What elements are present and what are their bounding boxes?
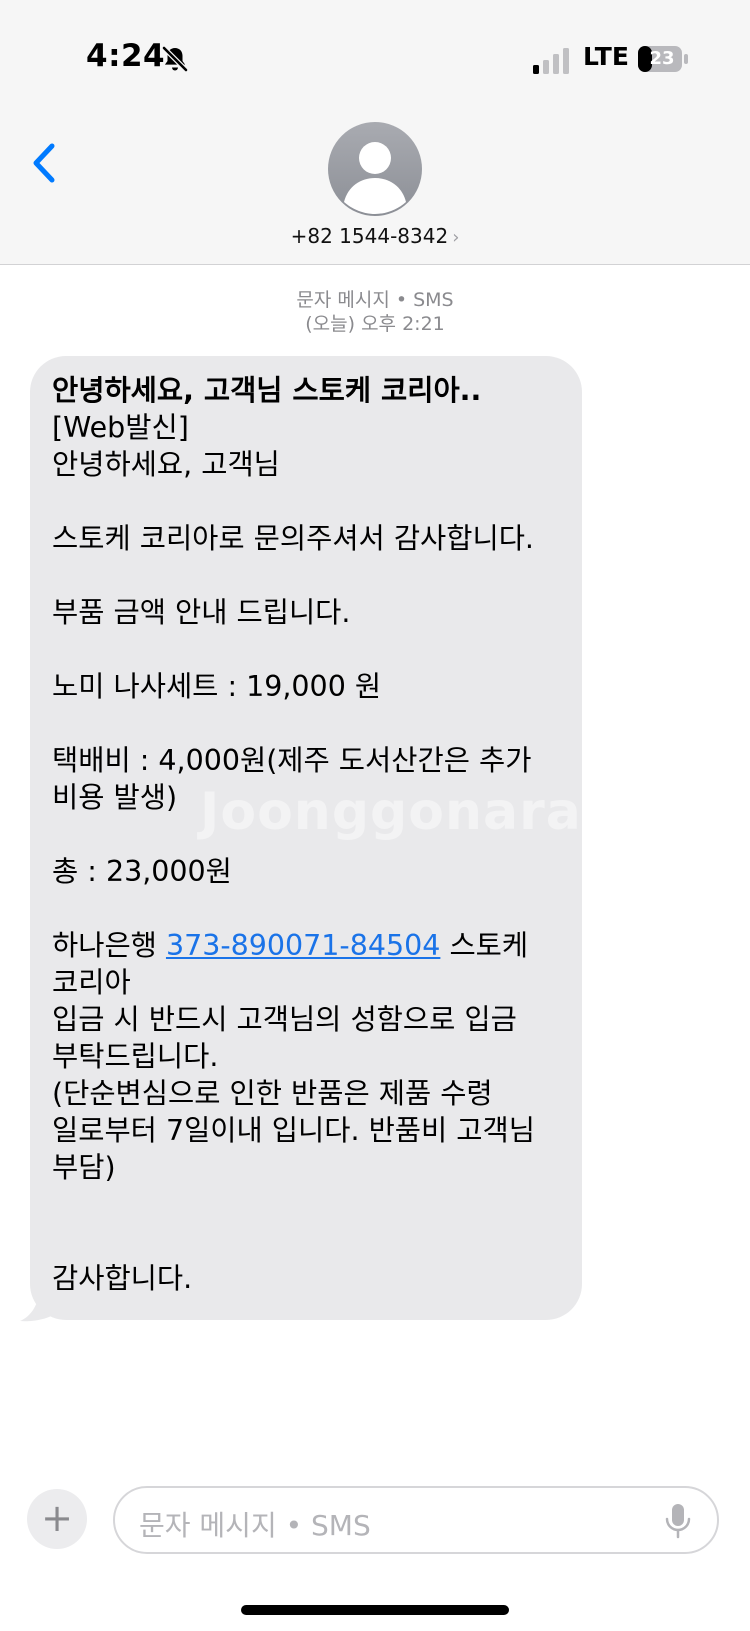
contact-avatar[interactable] [328, 122, 422, 216]
bell-slash-icon [162, 46, 188, 72]
message-meta: 문자 메시지 • SMS (오늘) 오후 2:21 [0, 288, 750, 336]
message-line: 총 : 23,000원 [52, 855, 232, 888]
message-input-placeholder: 문자 메시지 • SMS [139, 1509, 371, 1542]
battery-level: 23 [649, 48, 675, 69]
conversation-header: 4:24 LTE 23 +82 1544-8342 › [0, 0, 750, 265]
message-line: 안녕하세요, 고객님 [52, 448, 280, 481]
account-number-link[interactable]: 373-890071-84504 [166, 929, 440, 962]
chevron-left-icon[interactable] [28, 140, 60, 186]
message-line: 부담) [52, 1151, 116, 1184]
signal-icon [533, 48, 569, 74]
message-line: (단순변심으로 인한 반품은 제품 수령 [52, 1077, 493, 1110]
home-indicator[interactable] [241, 1605, 509, 1615]
bank-holder: 스토케 [440, 929, 529, 962]
message-line: [Web발신] [52, 411, 189, 444]
contact-number-text: +82 1544-8342 [290, 224, 449, 248]
add-attachment-button[interactable]: + [27, 1489, 87, 1549]
message-bubble[interactable]: 안녕하세요, 고객님 스토케 코리아.. [Web발신] 안녕하세요, 고객님 … [30, 356, 582, 1320]
status-time: 4:24 [86, 38, 166, 74]
message-line: 노미 나사세트 : 19,000 원 [52, 670, 382, 703]
message-channel: 문자 메시지 • SMS [296, 289, 454, 311]
message-line: 코리아 [52, 966, 131, 999]
message-timestamp: (오늘) 오후 2:21 [305, 313, 445, 335]
message-line: 감사합니다. [52, 1262, 193, 1295]
message-line: 비용 발생) [52, 781, 178, 814]
message-line: 일로부터 7일이내 입니다. 반품비 고객님 [52, 1114, 535, 1147]
message-line: 부품 금액 안내 드립니다. [52, 596, 351, 629]
microphone-icon[interactable] [663, 1502, 693, 1540]
message-line: 택배비 : 4,000원(제주 도서산간은 추가 [52, 744, 532, 777]
message-line: 스토케 코리아로 문의주셔서 감사합니다. [52, 522, 534, 555]
bank-name: 하나은행 [52, 929, 166, 962]
chevron-right-icon: › [452, 227, 460, 248]
message-input[interactable]: 문자 메시지 • SMS [113, 1486, 719, 1554]
plus-icon: + [41, 1496, 73, 1540]
person-icon [344, 142, 406, 214]
message-line: 부탁드립니다. [52, 1040, 219, 1073]
message-line: 입금 시 반드시 고객님의 성함으로 입금 [52, 1003, 517, 1036]
message-title: 안녕하세요, 고객님 스토케 코리아.. [52, 374, 482, 407]
network-type: LTE [583, 42, 629, 71]
contact-number[interactable]: +82 1544-8342 › [0, 224, 750, 248]
message-line-bank: 하나은행 373-890071-84504 스토케 [52, 927, 560, 964]
